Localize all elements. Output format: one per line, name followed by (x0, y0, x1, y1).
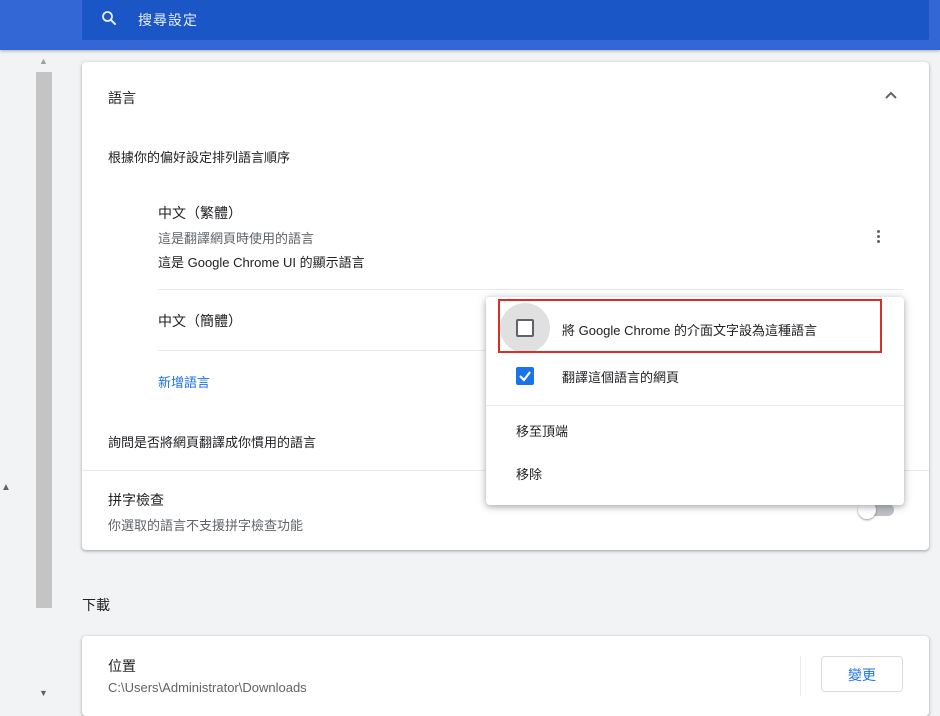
highlight-box (498, 299, 882, 353)
header-bar: 搜尋設定 (0, 0, 940, 50)
chevron-up-icon[interactable] (884, 88, 898, 102)
menu-divider (486, 405, 904, 406)
offer-translate-label: 詢問是否將網頁翻譯成你慣用的語言 (108, 435, 317, 450)
add-language-link[interactable]: 新增語言 (158, 372, 210, 391)
downloads-card: 位置 C:\Users\Administrator\Downloads 變更 (82, 636, 929, 716)
divider (158, 289, 903, 290)
translate-pages-label[interactable]: 翻譯這個語言的網頁 (562, 367, 679, 386)
location-label: 位置 (108, 658, 136, 674)
search-box[interactable]: 搜尋設定 (82, 0, 929, 40)
language-order-label: 根據你的偏好設定排列語言順序 (108, 150, 291, 165)
languages-title: 語言 (108, 90, 136, 106)
caret-up-icon: ▲ (1, 482, 11, 493)
remove-item[interactable]: 移除 (516, 464, 542, 483)
change-location-button[interactable]: 變更 (821, 656, 903, 692)
vertical-divider (800, 656, 801, 696)
more-vert-icon[interactable] (877, 230, 881, 246)
search-icon (102, 11, 116, 25)
language-name: 中文（簡體） (158, 313, 242, 329)
downloads-section-title: 下載 (82, 597, 110, 613)
language-name: 中文（繁體） (158, 205, 242, 221)
language-context-menu: 將 Google Chrome 的介面文字設為這種語言 翻譯這個語言的網頁 移至… (486, 297, 904, 505)
translate-pages-checkbox[interactable] (516, 367, 534, 385)
check-icon (519, 371, 531, 382)
spellcheck-title: 拼字檢查 (108, 492, 164, 508)
scrollbar[interactable]: ▲ ▼ (35, 52, 53, 705)
spellcheck-description: 你選取的語言不支援拼字檢查功能 (108, 518, 304, 533)
location-path: C:\Users\Administrator\Downloads (108, 680, 307, 695)
scrollbar-thumb[interactable] (36, 72, 52, 608)
move-to-top-item[interactable]: 移至頂端 (516, 421, 568, 440)
language-ui-note: 這是 Google Chrome UI 的顯示語言 (158, 255, 365, 270)
scroll-down-icon[interactable]: ▼ (39, 688, 48, 698)
language-translate-note: 這是翻譯網頁時使用的語言 (158, 231, 315, 246)
search-input[interactable]: 搜尋設定 (138, 10, 198, 30)
scroll-up-icon[interactable]: ▲ (39, 56, 48, 66)
